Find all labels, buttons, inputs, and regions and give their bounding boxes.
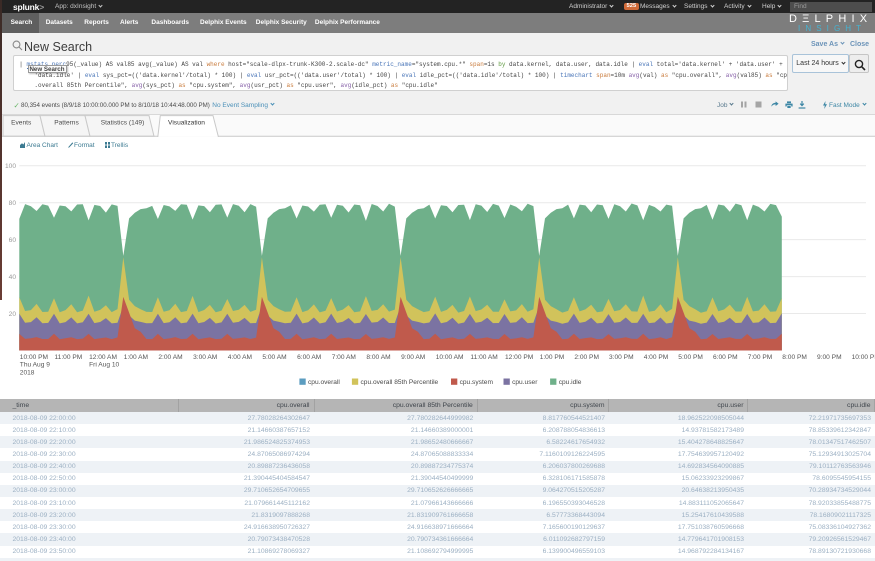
svg-text:40: 40 <box>9 274 17 281</box>
svg-text:10:00 PM: 10:00 PM <box>20 354 48 361</box>
svg-text:cpu.overall: cpu.overall <box>308 379 340 386</box>
svg-text:100: 100 <box>5 163 16 170</box>
svg-text:3:00 AM: 3:00 AM <box>193 354 217 361</box>
svg-text:Events: Events <box>11 120 32 127</box>
svg-text:20: 20 <box>9 311 17 318</box>
svg-text:11:00 PM: 11:00 PM <box>55 354 83 361</box>
svg-text:1:00 AM: 1:00 AM <box>124 354 148 361</box>
svg-text:7:00 AM: 7:00 AM <box>332 354 356 361</box>
svg-text:12:00 AM: 12:00 AM <box>89 354 117 361</box>
svg-text:3:00 PM: 3:00 PM <box>609 354 634 361</box>
svg-text:cpu.user: cpu.user <box>512 379 538 386</box>
svg-text:cpu.overall 85th Percentile: cpu.overall 85th Percentile <box>361 379 439 386</box>
svg-text:6:00 AM: 6:00 AM <box>297 354 321 361</box>
svg-text:2018: 2018 <box>20 369 35 376</box>
svg-text:9:00 AM: 9:00 AM <box>401 354 425 361</box>
svg-text:Patterns: Patterns <box>54 120 79 127</box>
svg-text:60: 60 <box>9 237 17 244</box>
svg-text:4:00 PM: 4:00 PM <box>644 354 669 361</box>
svg-text:Fri Aug 10: Fri Aug 10 <box>89 362 119 369</box>
svg-text:cpu.system: cpu.system <box>460 379 494 386</box>
svg-text:7:00 PM: 7:00 PM <box>748 354 773 361</box>
svg-text:Thu Aug 9: Thu Aug 9 <box>20 362 50 369</box>
svg-text:cpu.idle: cpu.idle <box>559 379 582 386</box>
svg-text:2:00 PM: 2:00 PM <box>574 354 599 361</box>
svg-text:4:00 AM: 4:00 AM <box>228 354 252 361</box>
svg-text:10:00 AM: 10:00 AM <box>436 354 464 361</box>
svg-text:9:00 PM: 9:00 PM <box>817 354 842 361</box>
svg-text:5:00 AM: 5:00 AM <box>262 354 286 361</box>
svg-text:8:00 PM: 8:00 PM <box>782 354 807 361</box>
svg-text:12:00 PM: 12:00 PM <box>505 354 533 361</box>
svg-text:80: 80 <box>9 200 17 207</box>
svg-text:8:00 AM: 8:00 AM <box>366 354 390 361</box>
svg-text:6:00 PM: 6:00 PM <box>713 354 738 361</box>
svg-text:11:00 AM: 11:00 AM <box>470 354 497 361</box>
svg-text:Statistics (149): Statistics (149) <box>101 120 145 127</box>
svg-text:10:00 PM: 10:00 PM <box>852 354 875 361</box>
svg-text:5:00 PM: 5:00 PM <box>678 354 703 361</box>
svg-text:2:00 AM: 2:00 AM <box>158 354 182 361</box>
svg-text:Visualization: Visualization <box>168 120 205 127</box>
svg-text:1:00 PM: 1:00 PM <box>540 354 565 361</box>
